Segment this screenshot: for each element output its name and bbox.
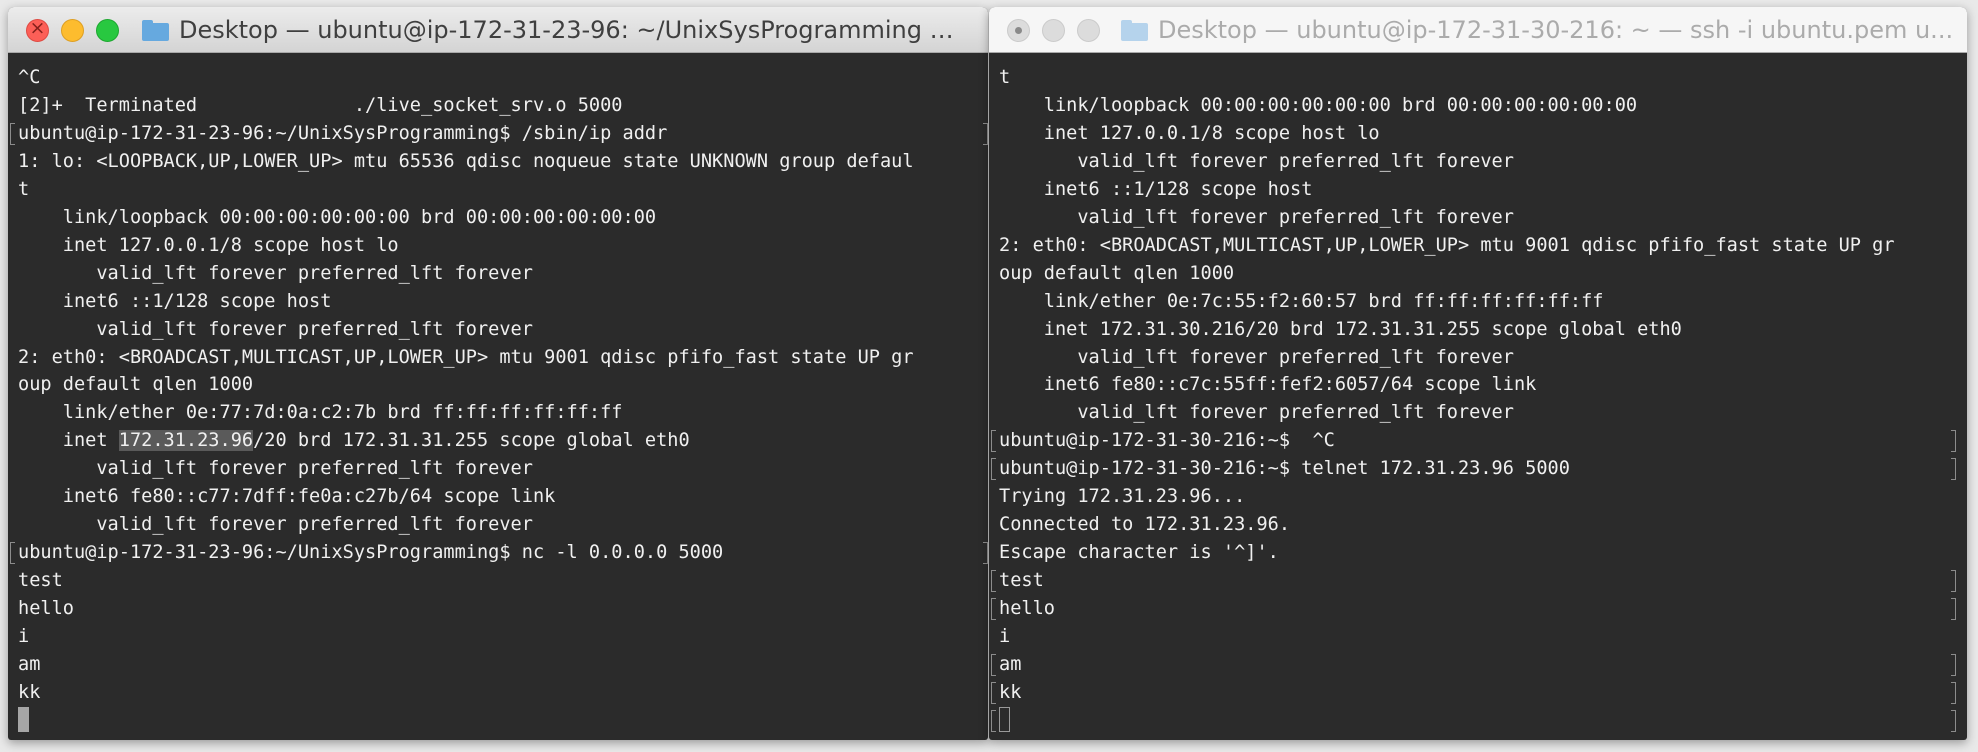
terminal-line: inet6 fe80::c77:7dff:fe0a:c27b/64 scope … — [18, 486, 556, 508]
cursor — [999, 706, 1010, 732]
terminal-line: i — [999, 626, 1011, 648]
prompt-mark-right — [983, 122, 988, 145]
terminal-line: i — [18, 626, 30, 648]
terminal-line: 1: lo: <LOOPBACK,UP,LOWER_UP> mtu 65536 … — [18, 150, 914, 172]
terminal-line: ^C — [18, 67, 41, 88]
terminal-line: ubuntu@ip-172-31-23-96:~/UnixSysProgramm… — [10, 120, 988, 148]
cursor — [18, 706, 29, 732]
terminal-line: ubuntu@ip-172-31-30-216:~$ telnet 172.31… — [991, 455, 1967, 483]
window-title: Desktop — ubuntu@ip-172-31-23-96: ~/Unix… — [142, 7, 976, 53]
prompt-mark-left — [991, 709, 996, 732]
prompt-mark-left — [991, 598, 996, 621]
prompt-mark-left — [991, 458, 996, 481]
terminal-line: 2: eth0: <BROADCAST,MULTICAST,UP,LOWER_U… — [18, 346, 914, 368]
terminal-line: 2: eth0: <BROADCAST,MULTICAST,UP,LOWER_U… — [999, 234, 1895, 256]
terminal-window-left[interactable]: Desktop — ubuntu@ip-172-31-23-96: ~/Unix… — [8, 7, 988, 740]
terminal-line: valid_lft forever preferred_lft forever — [18, 318, 533, 340]
terminal-line: kk — [991, 679, 1967, 707]
prompt-mark-right — [1951, 654, 1956, 677]
terminal-line: inet 172.31.23.96/20 brd 172.31.31.255 s… — [18, 430, 690, 452]
prompt-mark-left — [10, 122, 15, 145]
terminal-line: valid_lft forever preferred_lft forever — [999, 346, 1514, 368]
terminal-line: Trying 172.31.23.96... — [999, 486, 1246, 508]
terminal-line: Connected to 172.31.23.96. — [999, 514, 1291, 536]
terminal-line: valid_lft forever preferred_lft forever — [999, 206, 1514, 228]
prompt-mark-right — [1951, 570, 1956, 593]
terminal-line: oup default qlen 1000 — [999, 262, 1235, 284]
window-title-text: Desktop — ubuntu@ip-172-31-30-216: ~ — s… — [1158, 16, 1954, 44]
prompt-mark-right — [1951, 458, 1956, 481]
terminal-window-right[interactable]: Desktop — ubuntu@ip-172-31-30-216: ~ — s… — [989, 7, 1967, 740]
prompt-mark-left — [991, 570, 996, 593]
terminal-cursor-line — [18, 706, 988, 735]
terminal-line: inet 127.0.0.1/8 scope host lo — [18, 234, 399, 256]
window-title-text: Desktop — ubuntu@ip-172-31-23-96: ~/Unix… — [179, 16, 976, 44]
terminal-line: inet6 ::1/128 scope host — [18, 290, 332, 312]
terminal-line: [2]+ Terminated ./live_socket_srv.o 5000 — [18, 94, 623, 116]
terminal-cursor-line — [991, 706, 1967, 735]
zoom-button-icon[interactable] — [96, 18, 119, 42]
folder-icon — [1121, 19, 1148, 41]
terminal-line: valid_lft forever preferred_lft forever — [18, 458, 533, 480]
title-bar[interactable]: Desktop — ubuntu@ip-172-31-30-216: ~ — s… — [989, 7, 1967, 53]
terminal-line: oup default qlen 1000 — [18, 374, 254, 396]
window-title: Desktop — ubuntu@ip-172-31-30-216: ~ — s… — [1121, 7, 1955, 53]
prompt-mark-right — [1951, 598, 1956, 621]
terminal-line: link/loopback 00:00:00:00:00:00 brd 00:0… — [999, 94, 1638, 116]
terminal-line: am — [18, 654, 41, 676]
terminal-line: inet6 fe80::c7c:55ff:fef2:6057/64 scope … — [999, 374, 1537, 396]
prompt-mark-left — [10, 542, 15, 565]
terminal-line: test — [991, 567, 1967, 595]
terminal-line: link/loopback 00:00:00:00:00:00 brd 00:0… — [18, 206, 657, 228]
minimize-button-icon[interactable] — [1042, 18, 1065, 42]
terminal-line: t — [18, 178, 30, 200]
prompt-mark-left — [991, 654, 996, 677]
terminal-line: inet6 ::1/128 scope host — [999, 178, 1313, 200]
terminal-line: hello — [991, 595, 1967, 623]
terminal-output[interactable]: ^C [2]+ Terminated ./live_socket_srv.o 50… — [8, 54, 988, 740]
folder-icon — [142, 19, 169, 41]
terminal-line: inet 127.0.0.1/8 scope host lo — [999, 122, 1380, 144]
selected-text[interactable]: 172.31.23.96 — [118, 430, 254, 452]
prompt-mark-right — [983, 542, 988, 565]
close-button-icon[interactable] — [26, 17, 49, 42]
prompt-mark-right — [1951, 681, 1956, 704]
terminal-line: kk — [18, 681, 41, 703]
window-controls — [1007, 7, 1100, 53]
terminal-line: Escape character is '^]'. — [999, 542, 1279, 564]
terminal-output[interactable]: t link/loopback 00:00:00:00:00:00 brd 00… — [989, 54, 1967, 740]
terminal-line: valid_lft forever preferred_lft forever — [18, 514, 533, 536]
terminal-line: valid_lft forever preferred_lft forever — [18, 262, 533, 284]
prompt-mark-right — [1951, 709, 1956, 732]
window-controls — [26, 7, 119, 53]
terminal-line: ubuntu@ip-172-31-23-96:~/UnixSysProgramm… — [10, 539, 988, 567]
title-bar[interactable]: Desktop — ubuntu@ip-172-31-23-96: ~/Unix… — [8, 7, 988, 53]
minimize-button-icon[interactable] — [61, 18, 84, 42]
terminal-line: link/ether 0e:77:7d:0a:c2:7b brd ff:ff:f… — [18, 402, 623, 424]
terminal-line: link/ether 0e:7c:55:f2:60:57 brd ff:ff:f… — [999, 290, 1604, 312]
terminal-line: inet 172.31.30.216/20 brd 172.31.31.255 … — [999, 318, 1682, 340]
terminal-line: valid_lft forever preferred_lft forever — [999, 150, 1514, 172]
terminal-line: valid_lft forever preferred_lft forever — [999, 402, 1514, 424]
terminal-line: ubuntu@ip-172-31-30-216:~$ ^C — [991, 427, 1967, 455]
close-button-icon[interactable] — [1007, 18, 1030, 42]
terminal-line: t — [999, 67, 1011, 88]
prompt-mark-left — [991, 430, 996, 453]
prompt-mark-right — [1951, 430, 1956, 453]
terminal-line: test — [18, 570, 63, 592]
zoom-button-icon[interactable] — [1077, 18, 1100, 42]
terminal-line: hello — [18, 598, 74, 620]
prompt-mark-left — [991, 681, 996, 704]
terminal-line: am — [991, 651, 1967, 679]
